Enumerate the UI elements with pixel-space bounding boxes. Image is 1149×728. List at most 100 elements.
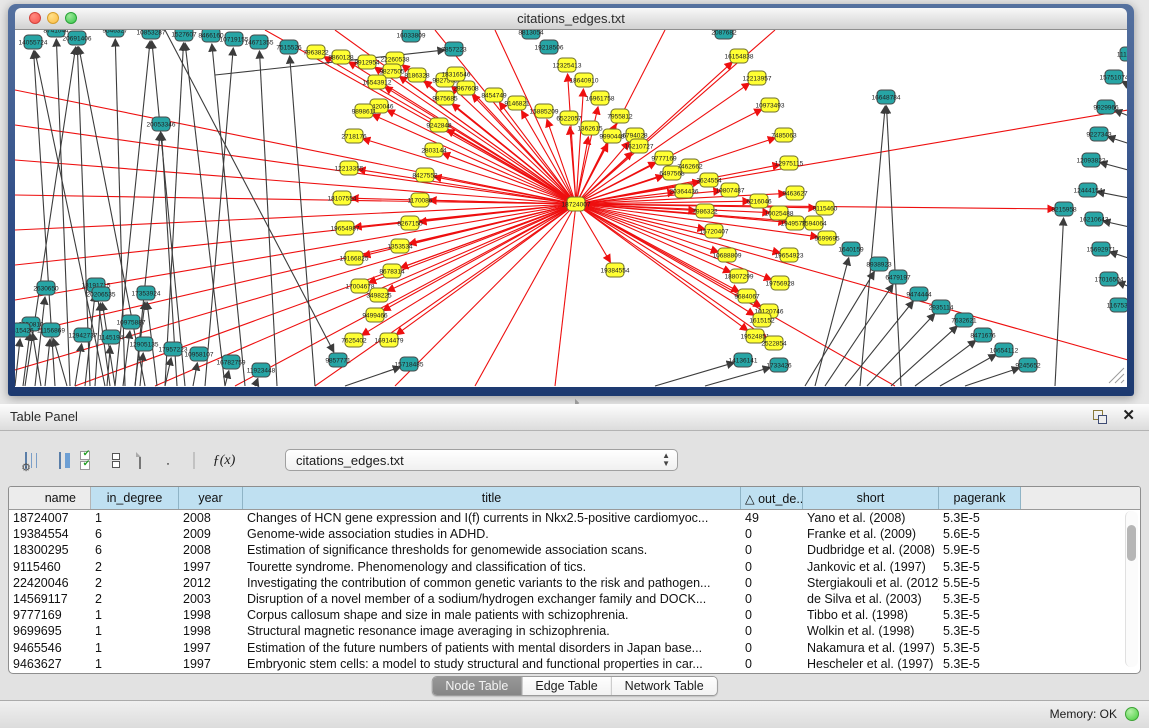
network-node-label: 12093822 [1077, 158, 1106, 165]
table-select-value: citations_edges.txt [296, 453, 404, 468]
network-canvas[interactable]: 1872400779638228860128891295422260538982… [15, 30, 1127, 387]
tab-node-table[interactable]: Node Table [432, 677, 521, 695]
table-cell: 1 [91, 656, 179, 672]
vertical-scrollbar[interactable] [1125, 511, 1138, 667]
network-node-label: 20691406 [63, 36, 92, 43]
table-cell: 2012 [179, 575, 243, 591]
network-node-label: 7955812 [607, 114, 633, 121]
table-cell: 2003 [179, 591, 243, 607]
function-builder-icon[interactable]: ƒ(x) [212, 448, 236, 472]
column-header-year[interactable]: year [179, 487, 243, 509]
table-toolbar: ⚙ ƒ(x) citations_e [0, 430, 1149, 482]
scrollbar-thumb[interactable] [1127, 525, 1136, 561]
network-node-label: 16961758 [586, 96, 615, 103]
rows-icon[interactable] [104, 448, 128, 472]
tab-network-table[interactable]: Network Table [611, 677, 717, 695]
network-node-label: 18316546 [442, 72, 471, 79]
network-node-label: 7963822 [303, 50, 329, 57]
new-file-icon[interactable] [128, 448, 152, 472]
network-node-label: 1112974 [1117, 52, 1127, 59]
network-node-label: 8860128 [328, 55, 354, 62]
network-node-label: 1145194 [99, 335, 124, 342]
table-cell: 1998 [179, 607, 243, 623]
network-node-label: 7632621 [951, 318, 977, 325]
table-row[interactable]: 1456911722003Disruption of a novel membe… [9, 591, 1140, 607]
network-node-label: 14671355 [245, 40, 274, 47]
table-row[interactable]: 1872400712008Changes of HCN gene express… [9, 510, 1140, 526]
table-row[interactable]: 946362711997Embryonic stem cells: a mode… [9, 656, 1140, 672]
network-node-label: 19654987 [331, 226, 360, 233]
table-cell: 0 [741, 656, 803, 672]
network-node-label: 19166825 [340, 256, 369, 263]
select-all-icon[interactable] [80, 448, 104, 472]
show-columns-icon[interactable] [48, 448, 72, 472]
network-node-label: 19384554 [601, 268, 630, 275]
network-node-label: 9546327 [102, 30, 128, 35]
network-node-label: 11156869 [37, 328, 65, 335]
table-cell: 2 [91, 591, 179, 607]
table-row[interactable]: 1830029562008Estimation of significance … [9, 542, 1140, 558]
table-cell: Franke et al. (2009) [803, 526, 939, 542]
column-header-pagerank[interactable]: pagerank [939, 487, 1021, 509]
table-row[interactable]: 977716911998Corpus callosum shape and si… [9, 607, 1140, 623]
network-node-label: 9499466 [362, 313, 388, 320]
table-row[interactable]: 1938455462009Genome-wide association stu… [9, 526, 1140, 542]
network-node-label: 8741044 [43, 30, 69, 35]
table-cell: 1 [91, 607, 179, 623]
network-node-label: 9990448 [599, 134, 625, 141]
column-header-in_degree[interactable]: in_degree [91, 487, 179, 509]
network-node-label: 16648784 [872, 95, 901, 102]
network-node-label: 1353534 [387, 244, 413, 251]
table-cell: 1 [91, 623, 179, 639]
network-node-label: 9929966 [1093, 105, 1119, 112]
table-row[interactable]: 969969511998Structural magnetic resonanc… [9, 623, 1140, 639]
network-node-label: 9474444 [906, 292, 932, 299]
table-row[interactable]: 2242004622012Investigating the contribut… [9, 575, 1140, 591]
network-node-label: 9242848 [426, 123, 452, 130]
network-node-label: 9245652 [1015, 363, 1041, 370]
table-cell: 5.3E-5 [939, 559, 1021, 575]
table-row[interactable]: 911546021997Tourette syndrome. Phenomeno… [9, 559, 1140, 575]
column-header-title[interactable]: title [243, 487, 741, 509]
column-header-short[interactable]: short [803, 487, 939, 509]
network-node-label: 16033809 [397, 33, 426, 40]
citation-network-graph[interactable]: 1872400779638228860128891295422260538982… [15, 30, 1127, 387]
column-header-name[interactable]: name [9, 487, 91, 509]
network-node-label: 9827505 [379, 69, 405, 76]
column-header-out_de[interactable]: △ out_de... [741, 487, 803, 509]
network-node-label: 12325413 [553, 63, 582, 70]
network-node-label: 15751074 [1100, 75, 1127, 82]
network-node-label: 7462662 [677, 164, 703, 171]
float-panel-icon[interactable] [1093, 410, 1107, 424]
table-cell: 1997 [179, 559, 243, 575]
network-node-label: 2967608 [453, 86, 479, 93]
table-settings-icon[interactable]: ⚙ [14, 448, 38, 472]
table-cell: Structural magnetic resonance image aver… [243, 623, 741, 639]
table-cell: Embryonic stem cells: a model to study s… [243, 656, 741, 672]
table-body[interactable]: 1872400712008Changes of HCN gene express… [9, 510, 1140, 672]
network-node-label: 7625402 [341, 338, 367, 345]
network-node-label: 16210727 [625, 144, 654, 151]
network-node-label: 9463627 [782, 191, 808, 198]
status-bar: Memory: OK [0, 700, 1149, 728]
network-node-label: 2935114 [929, 305, 954, 312]
network-node-label: 1733426 [766, 363, 792, 370]
close-panel-icon[interactable]: ✕ [1122, 407, 1135, 425]
table-cell: Hescheler et al. (1997) [803, 656, 939, 672]
table-cell: 5.3E-5 [939, 510, 1021, 526]
network-node-label: 18640910 [570, 78, 599, 85]
network-window-titlebar[interactable]: citations_edges.txt [15, 8, 1127, 30]
delete-icon[interactable] [154, 448, 178, 472]
table-select-dropdown[interactable]: citations_edges.txt ▲▼ [285, 449, 678, 471]
network-node-label: 2803144 [421, 148, 447, 155]
table-header-row[interactable]: namein_degreeyeartitle△ out_de...shortpa… [9, 487, 1140, 510]
table-panel-title: Table Panel [10, 409, 78, 424]
table-cell: 0 [741, 575, 803, 591]
tab-edge-table[interactable]: Edge Table [521, 677, 610, 695]
table-cell: 2 [91, 575, 179, 591]
table-row[interactable]: 946554611997Estimation of the future num… [9, 640, 1140, 656]
table-cell: Stergiakouli et al. (2012) [803, 575, 939, 591]
network-node-label: 7857223 [441, 47, 467, 54]
table-cell: de Silva et al. (2003) [803, 591, 939, 607]
network-node-label: 2630650 [33, 286, 59, 293]
